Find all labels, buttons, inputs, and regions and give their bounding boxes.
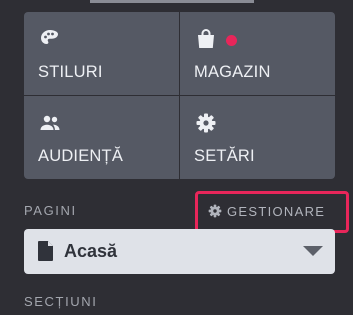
manage-pages-button[interactable]: GESTIONARE	[207, 200, 325, 222]
manage-label: GESTIONARE	[227, 203, 326, 219]
gear-icon	[196, 113, 216, 133]
page-select[interactable]: Acasă	[24, 229, 335, 274]
gear-icon	[208, 204, 222, 218]
settings-label: SETĂRI	[194, 147, 255, 165]
notification-dot	[226, 35, 237, 46]
store-tile[interactable]: MAGAZIN	[180, 12, 335, 95]
audience-tile[interactable]: AUDIENȚĂ	[24, 96, 179, 179]
styles-label: STILURI	[38, 63, 103, 81]
chevron-down-icon	[303, 246, 323, 256]
selected-page: Acasă	[64, 241, 118, 261]
styles-tile[interactable]: STILURI	[24, 12, 179, 95]
palette-icon	[41, 30, 58, 44]
settings-tile[interactable]: SETĂRI	[180, 96, 335, 179]
document-icon	[38, 241, 53, 261]
top-divider	[90, 0, 254, 3]
feature-tiles: STILURI MAGAZIN AUDIENȚĂ SETĂRI	[24, 12, 335, 180]
audience-label: AUDIENȚĂ	[38, 147, 124, 165]
shopping-bag-icon	[198, 29, 214, 48]
pages-heading: PAGINI	[24, 203, 77, 218]
people-icon	[40, 115, 60, 130]
store-label: MAGAZIN	[194, 63, 271, 81]
sections-heading: SECȚIUNI	[24, 294, 98, 309]
